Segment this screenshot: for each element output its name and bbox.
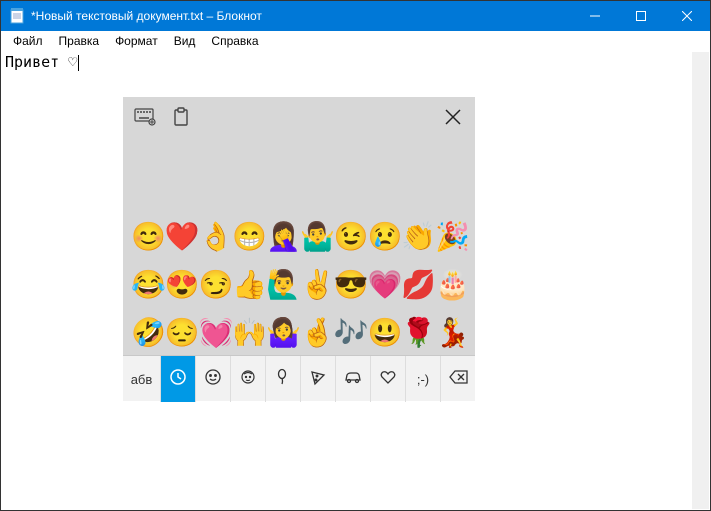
emoji[interactable]: 😔 — [165, 313, 199, 353]
emoji[interactable]: 💗 — [368, 265, 402, 305]
emoji[interactable]: ✌️ — [300, 265, 334, 305]
category-food[interactable] — [301, 356, 336, 402]
emoji-grid: 😊 ❤️ 👌 😁 🤦‍♀️ 🤷‍♂️ 😉 😢 👏 🎉 😂 😍 😏 👍 🙋‍♂️ … — [123, 137, 475, 355]
emoji[interactable]: 😎 — [334, 265, 368, 305]
notepad-icon — [9, 8, 25, 24]
emoji[interactable]: 💓 — [199, 313, 233, 353]
menu-edit[interactable]: Правка — [51, 32, 108, 50]
window-title: *Новый текстовый документ.txt – Блокнот — [31, 9, 572, 23]
emoji[interactable]: 👌 — [199, 217, 233, 257]
clipboard-icon[interactable] — [167, 103, 195, 131]
maximize-button[interactable] — [618, 1, 664, 31]
category-people[interactable] — [231, 356, 266, 402]
editor-content: Привет ♡ — [5, 53, 77, 71]
emoji[interactable]: 😂 — [131, 265, 165, 305]
category-abc[interactable]: абв — [123, 356, 161, 402]
emoji[interactable]: 🤣 — [131, 313, 165, 353]
emoji[interactable]: 😏 — [199, 265, 233, 305]
emoji[interactable]: 🙌 — [232, 313, 266, 353]
category-smileys[interactable] — [196, 356, 231, 402]
menu-file[interactable]: Файл — [5, 32, 51, 50]
category-kaomoji[interactable]: ;-) — [406, 356, 441, 402]
emoji[interactable]: 😍 — [165, 265, 199, 305]
smiley-icon — [204, 368, 222, 391]
emoji-panel-toolbar — [123, 97, 475, 137]
emoji[interactable]: 👏 — [401, 217, 435, 257]
pizza-icon — [309, 368, 327, 391]
category-symbols[interactable] — [371, 356, 406, 402]
emoji-category-bar: абв — [123, 355, 475, 401]
emoji[interactable]: 😁 — [232, 217, 266, 257]
category-transport[interactable] — [336, 356, 371, 402]
emoji[interactable]: 👍 — [232, 265, 266, 305]
emoji-row: 🤣 😔 💓 🙌 🤷‍♀️ 🤞 🎶 😃 🌹 💃 — [131, 311, 469, 355]
emoji[interactable]: 😉 — [334, 217, 368, 257]
emoji[interactable]: 🎶 — [334, 313, 368, 353]
balloon-icon — [274, 368, 292, 391]
emoji[interactable]: ❤️ — [165, 217, 199, 257]
emoji-picker-panel: 😊 ❤️ 👌 😁 🤦‍♀️ 🤷‍♂️ 😉 😢 👏 🎉 😂 😍 😏 👍 🙋‍♂️ … — [123, 97, 475, 401]
car-icon — [343, 368, 363, 391]
emoji[interactable]: 💋 — [401, 265, 435, 305]
emoji-row: 😊 ❤️ 👌 😁 🤦‍♀️ 🤷‍♂️ 😉 😢 👏 🎉 — [131, 215, 469, 259]
emoji-row: 😂 😍 😏 👍 🙋‍♂️ ✌️ 😎 💗 💋 🎂 — [131, 263, 469, 307]
emoji[interactable]: 🤦‍♀️ — [266, 217, 300, 257]
clock-icon — [169, 368, 187, 391]
menubar: Файл Правка Формат Вид Справка — [1, 31, 710, 51]
emoji[interactable]: 🤷‍♂️ — [300, 217, 334, 257]
emoji[interactable]: 🤞 — [300, 313, 334, 353]
emoji[interactable]: 😊 — [131, 217, 165, 257]
app-window: *Новый текстовый документ.txt – Блокнот … — [0, 0, 711, 511]
text-caret — [78, 55, 79, 71]
menu-help[interactable]: Справка — [203, 32, 266, 50]
emoji[interactable]: 😃 — [368, 313, 402, 353]
heart-icon — [379, 368, 397, 391]
emoji[interactable]: 💃 — [435, 313, 469, 353]
emoji[interactable]: 🙋‍♂️ — [266, 265, 300, 305]
category-celebration[interactable] — [266, 356, 301, 402]
close-button[interactable] — [664, 1, 710, 31]
emoji-panel-close-button[interactable] — [439, 103, 467, 131]
emoji[interactable]: 🎉 — [435, 217, 469, 257]
emoji[interactable]: 🎂 — [435, 265, 469, 305]
emoji[interactable]: 🤷‍♀️ — [266, 313, 300, 353]
menu-view[interactable]: Вид — [166, 32, 204, 50]
person-icon — [239, 368, 257, 391]
minimize-button[interactable] — [572, 1, 618, 31]
emoji[interactable]: 🌹 — [401, 313, 435, 353]
menu-format[interactable]: Формат — [107, 32, 166, 50]
emoji[interactable]: 😢 — [368, 217, 402, 257]
titlebar[interactable]: *Новый текстовый документ.txt – Блокнот — [1, 1, 710, 31]
vertical-scrollbar[interactable] — [692, 52, 709, 509]
backspace-icon — [449, 370, 469, 389]
category-recent[interactable] — [161, 356, 196, 402]
backspace-button[interactable] — [441, 356, 476, 402]
keyboard-settings-icon[interactable] — [131, 103, 159, 131]
